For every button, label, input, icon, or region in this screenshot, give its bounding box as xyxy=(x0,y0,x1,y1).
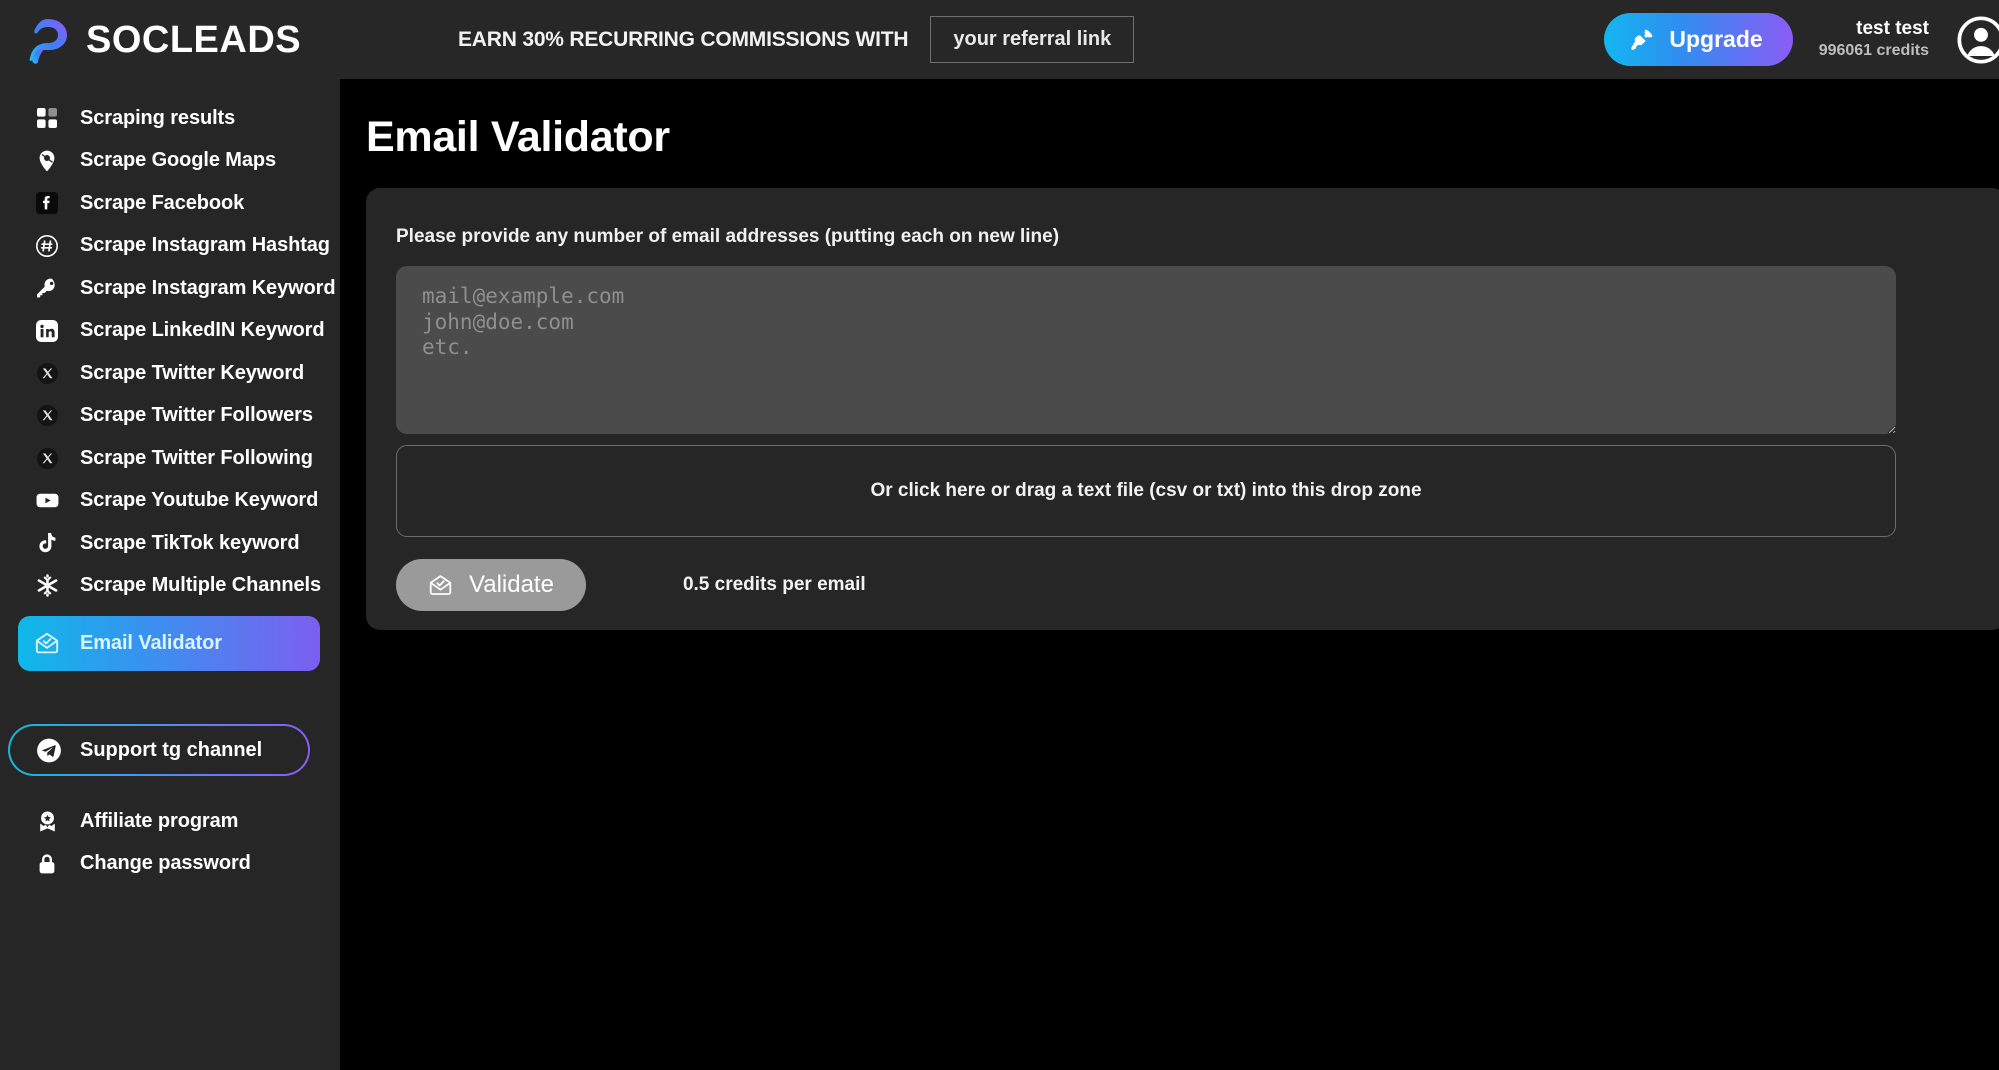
youtube-icon xyxy=(34,488,60,514)
envelope-check-icon xyxy=(34,631,60,657)
telegram-icon xyxy=(36,737,62,763)
sidebar-item-label: Change password xyxy=(80,852,251,875)
sidebar-item-label: Scrape Instagram Hashtag xyxy=(80,234,330,257)
user-name: test test xyxy=(1856,18,1929,40)
sidebar-item-scrape-instagram-hashtag[interactable]: Scrape Instagram Hashtag xyxy=(0,225,340,268)
user-avatar-icon[interactable] xyxy=(1955,14,1999,66)
sidebar-item-label: Scrape Twitter Followers xyxy=(80,404,313,427)
sidebar-item-scrape-tiktok-keyword[interactable]: Scrape TikTok keyword xyxy=(0,522,340,565)
email-input-label: Please provide any number of email addre… xyxy=(396,226,1060,247)
sidebar-item-label: Scrape Twitter Following xyxy=(80,446,313,469)
page-title: Email Validator xyxy=(366,113,670,161)
sidebar-item-email-validator[interactable]: Email Validator xyxy=(18,616,320,671)
lock-icon xyxy=(34,851,60,877)
validate-button-label: Validate xyxy=(469,571,554,598)
sidebar-item-label: Scrape Twitter Keyword xyxy=(80,361,305,384)
socleads-logo-icon xyxy=(24,15,72,65)
sidebar-item-scrape-youtube-keyword[interactable]: Scrape Youtube Keyword xyxy=(0,480,340,523)
top-bar: SOCLEADS EARN 30% RECURRING COMMISSIONS … xyxy=(0,0,1999,79)
hashtag-circle-icon xyxy=(34,233,60,259)
sidebar-item-label: Email Validator xyxy=(80,632,222,654)
sidebar-item-label: Affiliate program xyxy=(80,809,239,832)
grid-squares-icon xyxy=(34,105,60,131)
sidebar-item-scrape-instagram-keyword[interactable]: Scrape Instagram Keyword xyxy=(0,267,340,310)
tiktok-icon xyxy=(34,530,60,556)
sidebar-item-scrape-facebook[interactable]: Scrape Facebook xyxy=(0,182,340,225)
user-info[interactable]: test test 996061 credits xyxy=(1819,17,1929,62)
brand-logo-block[interactable]: SOCLEADS xyxy=(24,15,324,65)
credits-per-email-note: 0.5 credits per email xyxy=(682,574,866,595)
sidebar-item-change-password[interactable]: Change password xyxy=(0,843,340,886)
email-addresses-input[interactable] xyxy=(396,266,1896,434)
sidebar: Scraping results Scrape Google Maps Scra… xyxy=(0,79,340,1070)
file-drop-zone[interactable]: Or click here or drag a text file (csv o… xyxy=(396,445,1896,537)
sidebar-item-label: Scrape Instagram Keyword xyxy=(80,276,336,299)
card-actions: Validate 0.5 credits per email xyxy=(396,559,1976,611)
sidebar-item-label: Scrape Facebook xyxy=(80,191,245,214)
map-pin-icon xyxy=(34,148,60,174)
asterisk-icon xyxy=(34,573,60,599)
upgrade-button[interactable]: Upgrade xyxy=(1604,13,1793,66)
facebook-icon xyxy=(34,190,60,216)
sidebar-item-label: Scrape LinkedIN Keyword xyxy=(80,319,325,342)
sidebar-item-label: Scraping results xyxy=(80,106,236,129)
sidebar-item-label: Scrape Multiple Channels xyxy=(80,574,321,597)
support-tg-channel-label: Support tg channel xyxy=(80,738,263,761)
sidebar-item-label: Scrape TikTok keyword xyxy=(80,531,300,554)
brand-name: SOCLEADS xyxy=(86,18,302,61)
sidebar-item-affiliate-program[interactable]: Affiliate program xyxy=(0,800,340,843)
user-credits: 996061 credits xyxy=(1818,42,1929,60)
linkedin-icon xyxy=(34,318,60,344)
sidebar-item-scrape-linkedin-keyword[interactable]: Scrape LinkedIN Keyword xyxy=(0,310,340,353)
sidebar-item-scrape-multiple-channels[interactable]: Scrape Multiple Channels xyxy=(0,565,340,608)
x-twitter-icon xyxy=(34,445,60,471)
top-bar-right: Upgrade test test 996061 credits xyxy=(1604,0,1999,79)
sidebar-item-support-tg-channel[interactable]: Support tg channel xyxy=(8,724,310,776)
x-twitter-icon xyxy=(34,360,60,386)
sidebar-item-label: Scrape Google Maps xyxy=(80,149,277,172)
award-badge-icon xyxy=(34,808,60,834)
sidebar-item-label: Scrape Youtube Keyword xyxy=(80,489,319,512)
upgrade-button-label: Upgrade xyxy=(1669,26,1763,52)
file-drop-zone-label: Or click here or drag a text file (csv o… xyxy=(870,480,1422,501)
x-twitter-icon xyxy=(34,403,60,429)
sidebar-item-scraping-results[interactable]: Scraping results xyxy=(0,97,340,140)
main-content: Email Validator Please provide any numbe… xyxy=(340,79,1999,1070)
sidebar-item-scrape-twitter-following[interactable]: Scrape Twitter Following xyxy=(0,437,340,480)
referral-link-field[interactable]: your referral link xyxy=(930,16,1135,63)
sidebar-item-scrape-twitter-keyword[interactable]: Scrape Twitter Keyword xyxy=(0,352,340,395)
sidebar-item-scrape-twitter-followers[interactable]: Scrape Twitter Followers xyxy=(0,395,340,438)
promo-text: EARN 30% RECURRING COMMISSIONS WITH xyxy=(458,27,909,51)
email-validator-card: Please provide any number of email addre… xyxy=(366,188,1999,630)
rocket-icon xyxy=(1630,27,1655,52)
key-icon xyxy=(34,275,60,301)
sidebar-item-scrape-google-maps[interactable]: Scrape Google Maps xyxy=(0,140,340,183)
promo-banner: EARN 30% RECURRING COMMISSIONS WITH your… xyxy=(458,16,1135,63)
envelope-check-icon xyxy=(428,573,453,598)
validate-button[interactable]: Validate xyxy=(396,559,586,611)
